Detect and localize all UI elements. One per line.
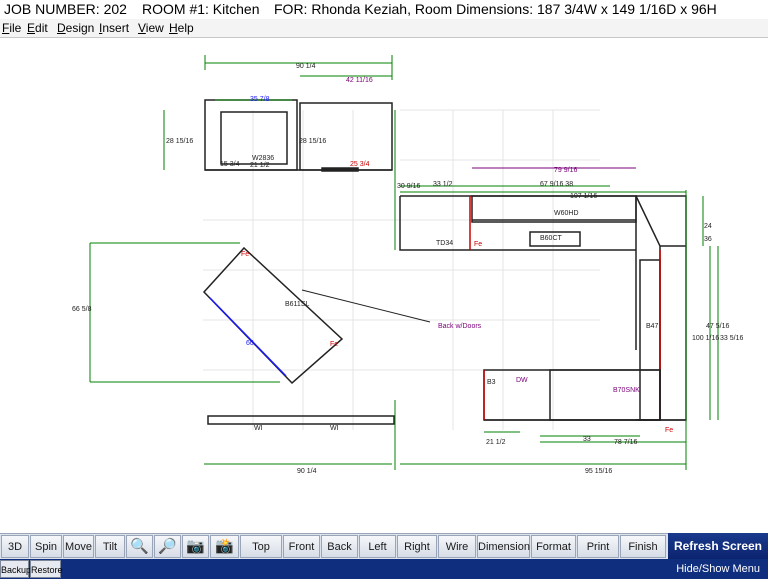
- dim-right-e: 33 5/16: [720, 335, 743, 342]
- dim-right-b: 36: [704, 236, 712, 243]
- dimension-lines: [89, 55, 719, 470]
- label-fe-2: Fe: [330, 341, 338, 348]
- label-wi-1: WI: [254, 425, 263, 432]
- dimension-button[interactable]: Dimension: [477, 535, 530, 558]
- dim-bottom-a: 21 1/2: [486, 439, 506, 446]
- view-left-button[interactable]: Left: [359, 535, 396, 558]
- zoom-out-icon[interactable]: 🔍: [126, 535, 153, 558]
- island-cabinet[interactable]: [202, 246, 431, 385]
- dim-small-a: 15 3/4: [220, 161, 240, 168]
- zoom-in-icon[interactable]: 🔎: [154, 535, 181, 558]
- print-button[interactable]: Print: [577, 535, 619, 558]
- view-top-button[interactable]: Top: [240, 535, 282, 558]
- label-window: W2836: [252, 155, 274, 162]
- finish-button[interactable]: Finish: [620, 535, 666, 558]
- dim-left-small: 30 9/16: [397, 183, 420, 190]
- dim-top-run-b: 67 9/16 38: [540, 181, 573, 188]
- menu-edit[interactable]: Edit: [27, 19, 48, 37]
- dimension-text: 90 1/4 42 11/16 35 7/8 28 15/16 28 15/16…: [72, 63, 743, 475]
- camera-icon[interactable]: 📷: [182, 535, 209, 558]
- dim-bottom-c: 78 7/16: [614, 439, 637, 446]
- format-button[interactable]: Format: [531, 535, 576, 558]
- menu-design[interactable]: Design: [57, 19, 94, 37]
- label-dw: DW: [516, 377, 528, 384]
- hide-show-menu-button[interactable]: Hide/Show Menu: [676, 559, 760, 579]
- bottom-bar: Backup Restore Hide/Show Menu: [0, 559, 768, 579]
- view-front-button[interactable]: Front: [283, 535, 320, 558]
- label-fe-1: Fe: [241, 251, 249, 258]
- dim-right-c: 100 1/16: [692, 335, 719, 342]
- dim-mid-height: 28 15/16: [299, 138, 326, 145]
- menu-help[interactable]: Help: [169, 19, 194, 37]
- tilt-button[interactable]: Tilt: [95, 535, 125, 558]
- spin-button[interactable]: Spin: [30, 535, 62, 558]
- view-back-button[interactable]: Back: [321, 535, 358, 558]
- label-b47: B47: [646, 323, 659, 330]
- label-b70snk: B70SNK: [613, 387, 640, 394]
- dim-island-height: 66 5/8: [72, 306, 92, 313]
- dim-bottom-right: 95 15/16: [585, 468, 612, 475]
- menu-file[interactable]: File: [2, 19, 21, 37]
- cabinet-labels: W60HD B60CT TD34 B47 B611SL Back w/Doors…: [241, 210, 673, 434]
- client-and-dimensions: FOR: Rhonda Keziah, Room Dimensions: 187…: [274, 1, 717, 17]
- dim-right-d: 47 5/16: [706, 323, 729, 330]
- backup-button[interactable]: Backup: [0, 560, 31, 578]
- label-b3: B3: [487, 379, 496, 386]
- dim-hood: 79 9/16: [554, 167, 577, 174]
- label-island: B611SL: [285, 301, 309, 308]
- camera-record-icon[interactable]: 📸: [210, 535, 239, 558]
- dim-top-width: 90 1/4: [296, 63, 316, 70]
- view-right-button[interactable]: Right: [397, 535, 437, 558]
- label-fe-4: Fe: [665, 427, 673, 434]
- move-button[interactable]: Move: [63, 535, 94, 558]
- dim-bottom-width: 90 1/4: [297, 468, 317, 475]
- dim-bottom-b: 33: [583, 436, 591, 443]
- refresh-screen-button[interactable]: Refresh Screen: [668, 533, 768, 559]
- menu-insert[interactable]: Insert: [99, 19, 129, 37]
- dim-top-left-seg: 35 7/8: [250, 96, 270, 103]
- label-wi-2: WI: [330, 425, 339, 432]
- menu-view[interactable]: View: [138, 19, 164, 37]
- menu-bar: File Edit Design Insert View Help: [0, 19, 768, 38]
- floor-plan[interactable]: 90 1/4 42 11/16 35 7/8 28 15/16 28 15/16…: [0, 38, 768, 532]
- label-b60ct: B60CT: [540, 235, 563, 242]
- dim-left-height: 28 15/16: [166, 138, 193, 145]
- wire-button[interactable]: Wire: [438, 535, 476, 558]
- title-bar: JOB NUMBER: 202 ROOM #1: Kitchen FOR: Rh…: [0, 0, 768, 19]
- view-3d-button[interactable]: 3D: [1, 535, 29, 558]
- dim-top-run-c: 107 1/16: [570, 193, 597, 200]
- label-back-doors: Back w/Doors: [438, 323, 482, 330]
- dim-top-run-a: 33 1/2: [433, 181, 453, 188]
- label-w60hd: W60HD: [554, 210, 579, 217]
- dim-small-c: 25 3/4: [350, 161, 370, 168]
- dim-top-right-seg: 42 11/16: [346, 77, 373, 84]
- dim-right-a: 24: [704, 223, 712, 230]
- label-fe-3: Fe: [474, 241, 482, 248]
- drawing-canvas[interactable]: 90 1/4 42 11/16 35 7/8 28 15/16 28 15/16…: [0, 38, 768, 532]
- dim-small-b: 21 1/2: [250, 162, 270, 169]
- job-number: JOB NUMBER: 202: [4, 1, 127, 17]
- dim-island-diag: 60: [246, 340, 254, 347]
- restore-button[interactable]: Restore: [30, 560, 63, 578]
- room-name: ROOM #1: Kitchen: [142, 1, 260, 17]
- view-toolbar: 3D Spin Move Tilt 🔍 🔎 📷 📸 Top Front Back…: [0, 533, 768, 560]
- label-td34: TD34: [436, 240, 453, 247]
